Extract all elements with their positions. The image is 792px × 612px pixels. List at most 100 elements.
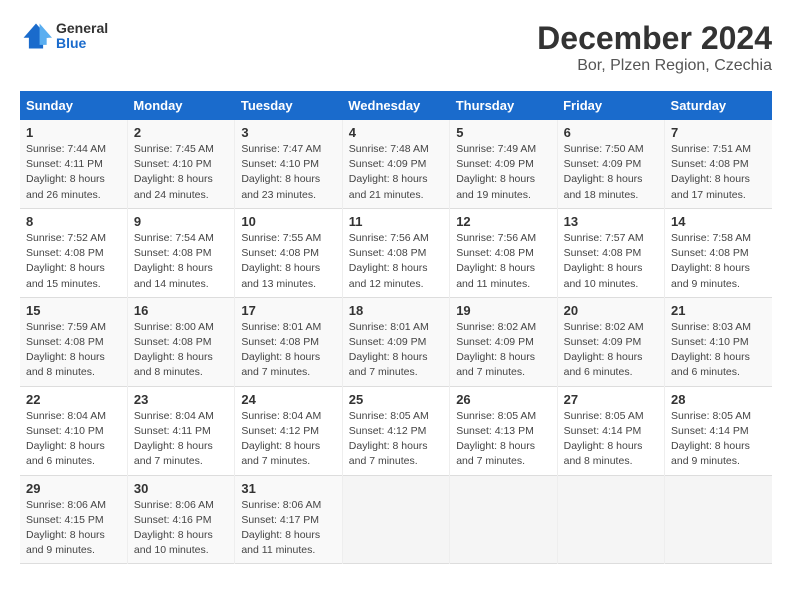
day-info: Sunrise: 8:00 AMSunset: 4:08 PMDaylight:…	[134, 320, 228, 381]
logo-text: General Blue	[56, 21, 108, 52]
calendar-header: Sunday Monday Tuesday Wednesday Thursday…	[20, 91, 772, 120]
day-cell: 22 Sunrise: 8:04 AMSunset: 4:10 PMDayligh…	[20, 386, 127, 475]
day-cell: 7Sunrise: 7:51 AMSunset: 4:08 PMDaylight…	[665, 120, 772, 208]
week-row-5: 29 Sunrise: 8:06 AMSunset: 4:15 PMDayligh…	[20, 475, 772, 564]
logo: General Blue	[20, 20, 108, 52]
day-cell: 21Sunrise: 8:03 AMSunset: 4:10 PMDayligh…	[665, 297, 772, 386]
day-number: 26	[456, 392, 550, 407]
day-info: Sunrise: 7:52 AMSunset: 4:08 PMDaylight:…	[26, 231, 121, 292]
day-cell	[342, 475, 449, 564]
day-info: Sunrise: 7:55 AMSunset: 4:08 PMDaylight:…	[241, 231, 335, 292]
day-number: 21	[671, 303, 766, 318]
day-number: 27	[564, 392, 658, 407]
day-cell: 19Sunrise: 8:02 AMSunset: 4:09 PMDayligh…	[450, 297, 557, 386]
day-number: 10	[241, 214, 335, 229]
day-info: Sunrise: 8:05 AMSunset: 4:12 PMDaylight:…	[349, 409, 443, 470]
day-info: Sunrise: 7:49 AMSunset: 4:09 PMDaylight:…	[456, 142, 550, 203]
logo-general: General	[56, 21, 108, 36]
logo-blue: Blue	[56, 36, 108, 51]
day-cell	[450, 475, 557, 564]
day-cell: 2 Sunrise: 7:45 AMSunset: 4:10 PMDaylight…	[127, 120, 234, 208]
day-info: Sunrise: 7:48 AMSunset: 4:09 PMDaylight:…	[349, 142, 443, 203]
day-number: 18	[349, 303, 443, 318]
day-cell: 25 Sunrise: 8:05 AMSunset: 4:12 PMDayligh…	[342, 386, 449, 475]
day-info: Sunrise: 8:06 AMSunset: 4:17 PMDaylight:…	[241, 498, 335, 559]
day-number: 5	[456, 125, 550, 140]
day-cell: 30 Sunrise: 8:06 AMSunset: 4:16 PMDayligh…	[127, 475, 234, 564]
day-cell: 27 Sunrise: 8:05 AMSunset: 4:14 PMDayligh…	[557, 386, 664, 475]
day-info: Sunrise: 7:59 AMSunset: 4:08 PMDaylight:…	[26, 320, 121, 381]
day-cell: 28Sunrise: 8:05 AMSunset: 4:14 PMDayligh…	[665, 386, 772, 475]
day-cell: 10 Sunrise: 7:55 AMSunset: 4:08 PMDayligh…	[235, 208, 342, 297]
calendar-body: 1 Sunrise: 7:44 AMSunset: 4:11 PMDaylight…	[20, 120, 772, 564]
page-header: General Blue December 2024 Bor, Plzen Re…	[20, 20, 772, 75]
day-info: Sunrise: 8:02 AMSunset: 4:09 PMDaylight:…	[456, 320, 550, 381]
day-info: Sunrise: 7:44 AMSunset: 4:11 PMDaylight:…	[26, 142, 121, 203]
col-wednesday: Wednesday	[342, 91, 449, 120]
week-row-3: 15 Sunrise: 7:59 AMSunset: 4:08 PMDayligh…	[20, 297, 772, 386]
day-number: 13	[564, 214, 658, 229]
day-number: 3	[241, 125, 335, 140]
day-cell	[665, 475, 772, 564]
day-info: Sunrise: 8:04 AMSunset: 4:12 PMDaylight:…	[241, 409, 335, 470]
day-info: Sunrise: 8:06 AMSunset: 4:15 PMDaylight:…	[26, 498, 121, 559]
day-cell: 6Sunrise: 7:50 AMSunset: 4:09 PMDaylight…	[557, 120, 664, 208]
day-info: Sunrise: 8:05 AMSunset: 4:14 PMDaylight:…	[564, 409, 658, 470]
day-cell: 31 Sunrise: 8:06 AMSunset: 4:17 PMDayligh…	[235, 475, 342, 564]
day-number: 7	[671, 125, 766, 140]
day-info: Sunrise: 8:04 AMSunset: 4:11 PMDaylight:…	[134, 409, 228, 470]
day-cell: 15 Sunrise: 7:59 AMSunset: 4:08 PMDayligh…	[20, 297, 127, 386]
day-info: Sunrise: 8:04 AMSunset: 4:10 PMDaylight:…	[26, 409, 121, 470]
day-number: 1	[26, 125, 121, 140]
day-number: 2	[134, 125, 228, 140]
day-number: 25	[349, 392, 443, 407]
day-info: Sunrise: 7:45 AMSunset: 4:10 PMDaylight:…	[134, 142, 228, 203]
day-cell: 23Sunrise: 8:04 AMSunset: 4:11 PMDayligh…	[127, 386, 234, 475]
day-number: 11	[349, 214, 443, 229]
day-cell: 14Sunrise: 7:58 AMSunset: 4:08 PMDayligh…	[665, 208, 772, 297]
day-info: Sunrise: 7:54 AMSunset: 4:08 PMDaylight:…	[134, 231, 228, 292]
day-cell: 5 Sunrise: 7:49 AMSunset: 4:09 PMDaylight…	[450, 120, 557, 208]
day-info: Sunrise: 7:50 AMSunset: 4:09 PMDaylight:…	[564, 142, 658, 203]
day-number: 31	[241, 481, 335, 496]
day-cell: 17Sunrise: 8:01 AMSunset: 4:08 PMDayligh…	[235, 297, 342, 386]
day-info: Sunrise: 7:56 AMSunset: 4:08 PMDaylight:…	[456, 231, 550, 292]
day-cell: 4Sunrise: 7:48 AMSunset: 4:09 PMDaylight…	[342, 120, 449, 208]
day-cell: 13 Sunrise: 7:57 AMSunset: 4:08 PMDayligh…	[557, 208, 664, 297]
calendar-table: Sunday Monday Tuesday Wednesday Thursday…	[20, 91, 772, 564]
day-number: 17	[241, 303, 335, 318]
day-info: Sunrise: 8:05 AMSunset: 4:14 PMDaylight:…	[671, 409, 766, 470]
week-row-1: 1 Sunrise: 7:44 AMSunset: 4:11 PMDaylight…	[20, 120, 772, 208]
month-title: December 2024	[537, 20, 772, 57]
day-info: Sunrise: 8:06 AMSunset: 4:16 PMDaylight:…	[134, 498, 228, 559]
day-cell: 8Sunrise: 7:52 AMSunset: 4:08 PMDaylight…	[20, 208, 127, 297]
day-cell: 12Sunrise: 7:56 AMSunset: 4:08 PMDayligh…	[450, 208, 557, 297]
day-number: 24	[241, 392, 335, 407]
day-number: 15	[26, 303, 121, 318]
day-cell: 20 Sunrise: 8:02 AMSunset: 4:09 PMDayligh…	[557, 297, 664, 386]
col-saturday: Saturday	[665, 91, 772, 120]
day-cell: 18Sunrise: 8:01 AMSunset: 4:09 PMDayligh…	[342, 297, 449, 386]
day-number: 9	[134, 214, 228, 229]
header-row: Sunday Monday Tuesday Wednesday Thursday…	[20, 91, 772, 120]
day-number: 29	[26, 481, 121, 496]
day-cell: 29 Sunrise: 8:06 AMSunset: 4:15 PMDayligh…	[20, 475, 127, 564]
day-cell: 24 Sunrise: 8:04 AMSunset: 4:12 PMDayligh…	[235, 386, 342, 475]
day-cell: 11Sunrise: 7:56 AMSunset: 4:08 PMDayligh…	[342, 208, 449, 297]
col-sunday: Sunday	[20, 91, 127, 120]
col-thursday: Thursday	[450, 91, 557, 120]
day-cell: 3Sunrise: 7:47 AMSunset: 4:10 PMDaylight…	[235, 120, 342, 208]
day-cell	[557, 475, 664, 564]
col-tuesday: Tuesday	[235, 91, 342, 120]
day-number: 20	[564, 303, 658, 318]
day-info: Sunrise: 8:05 AMSunset: 4:13 PMDaylight:…	[456, 409, 550, 470]
day-info: Sunrise: 7:57 AMSunset: 4:08 PMDaylight:…	[564, 231, 658, 292]
title-area: December 2024 Bor, Plzen Region, Czechia	[537, 20, 772, 75]
day-info: Sunrise: 7:58 AMSunset: 4:08 PMDaylight:…	[671, 231, 766, 292]
logo-icon	[20, 20, 52, 52]
day-number: 30	[134, 481, 228, 496]
day-info: Sunrise: 8:02 AMSunset: 4:09 PMDaylight:…	[564, 320, 658, 381]
day-cell: 1 Sunrise: 7:44 AMSunset: 4:11 PMDaylight…	[20, 120, 127, 208]
col-friday: Friday	[557, 91, 664, 120]
day-number: 22	[26, 392, 121, 407]
